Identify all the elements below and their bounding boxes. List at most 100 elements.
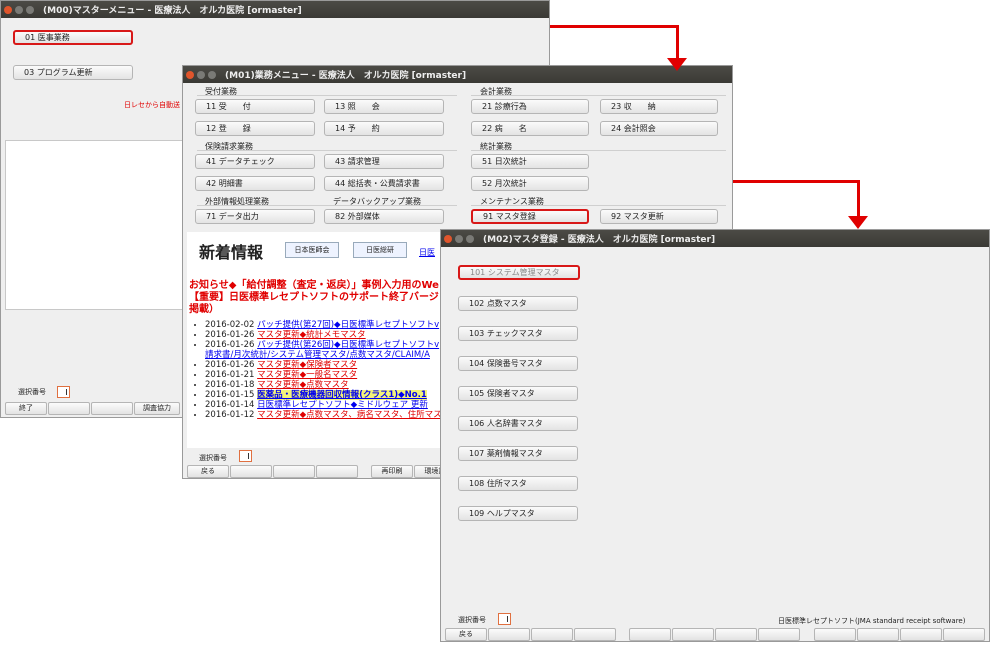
footer-button-empty[interactable] (758, 628, 800, 641)
minimize-icon[interactable] (197, 70, 205, 79)
menu-button-11[interactable]: 11 受 付 (195, 99, 315, 114)
news-link[interactable]: マスタ更新◆統計メモマスタ (257, 330, 366, 340)
news-link[interactable]: マスタ更新◆点数マスタ、病名マスタ、住所マスタ (257, 410, 450, 420)
news-link[interactable]: パッチ提供(第27回)◆日医標準レセプトソフトv (257, 320, 439, 330)
menu-button-22[interactable]: 22 病 名 (471, 121, 589, 136)
menu-button-109[interactable]: 109 ヘルプマスタ (458, 506, 578, 521)
flow-arrow-2-head (848, 216, 868, 229)
menu-button-82[interactable]: 82 外部媒体 (324, 209, 444, 224)
close-icon[interactable] (186, 70, 194, 79)
flow-arrow-1-vertical (676, 25, 679, 61)
footer-button-empty[interactable] (316, 465, 358, 478)
menu-button-105[interactable]: 105 保険者マスタ (458, 386, 578, 401)
menu-button-14[interactable]: 14 予 約 (324, 121, 444, 136)
menu-button-106[interactable]: 106 人名辞書マスタ (458, 416, 578, 431)
news-link[interactable]: マスタ更新◆保険者マスタ (257, 360, 357, 370)
select-number-input[interactable] (239, 450, 252, 462)
news-link[interactable]: マスタ更新◆一般名マスタ (257, 370, 357, 380)
menu-button-103[interactable]: 103 チェックマスタ (458, 326, 578, 341)
menu-button-13[interactable]: 13 照 会 (324, 99, 444, 114)
window-controls[interactable] (4, 5, 34, 14)
select-number-input[interactable] (57, 386, 70, 398)
footer-button-empty[interactable] (715, 628, 757, 641)
menu-button-101[interactable]: 101 システム管理マスタ (458, 265, 580, 280)
footer-button-empty[interactable] (672, 628, 714, 641)
menu-button-03[interactable]: 03 プログラム更新 (13, 65, 133, 80)
menu-button-43[interactable]: 43 請求管理 (324, 154, 444, 169)
flow-arrow-2-vertical (857, 180, 860, 218)
menu-button-108[interactable]: 108 住所マスタ (458, 476, 578, 491)
footer-button-empty[interactable] (857, 628, 899, 641)
menu-button-52[interactable]: 52 月次統計 (471, 176, 589, 191)
news-notice-3: 掲載） (189, 304, 219, 315)
news-link[interactable]: マスタ更新◆点数マスタ (257, 380, 349, 390)
maximize-icon[interactable] (208, 70, 216, 79)
menu-button-44[interactable]: 44 総括表・公費請求書 (324, 176, 444, 191)
menu-button-12[interactable]: 12 登 録 (195, 121, 315, 136)
menu-button-41[interactable]: 41 データチェック (195, 154, 315, 169)
minimize-icon[interactable] (15, 5, 23, 14)
footer-button-empty[interactable] (48, 402, 90, 415)
menu-button-107[interactable]: 107 薬剤情報マスタ (458, 446, 578, 461)
group-divider (197, 95, 457, 96)
footer-button-empty[interactable] (230, 465, 272, 478)
footer-button-empty[interactable] (900, 628, 942, 641)
footer-button-empty[interactable] (629, 628, 671, 641)
footer-button-empty[interactable] (273, 465, 315, 478)
news-tab-jmari[interactable]: 日医総研 (353, 242, 407, 258)
news-item: 2016-01-26 マスタ更新◆保険者マスタ (205, 360, 450, 370)
window-title: (M02)マスタ登録 - 医療法人 オルカ医院 [ormaster] (483, 235, 716, 245)
menu-button-92[interactable]: 92 マスタ更新 (600, 209, 718, 224)
maximize-icon[interactable] (466, 234, 474, 243)
window-controls[interactable] (186, 70, 216, 79)
group-divider (471, 95, 726, 96)
window-title: (M00)マスターメニュー - 医療法人 オルカ医院 [ormaster] (43, 6, 302, 16)
news-item: 2016-01-12 マスタ更新◆点数マスタ、病名マスタ、住所マスタ (205, 410, 450, 420)
flow-arrow-2-horizontal (733, 180, 860, 183)
menu-button-23[interactable]: 23 収 納 (600, 99, 718, 114)
news-item: 2016-01-21 マスタ更新◆一般名マスタ (205, 370, 450, 380)
news-item-continuation: 請求書/月次統計/システム管理マスタ/点数マスタ/CLAIM/A (205, 350, 450, 360)
menu-button-42[interactable]: 42 明細書 (195, 176, 315, 191)
footer-button-empty[interactable] (814, 628, 856, 641)
footer-button-empty[interactable] (943, 628, 985, 641)
news-item: 2016-01-26 マスタ更新◆統計メモマスタ (205, 330, 450, 340)
maximize-icon[interactable] (26, 5, 34, 14)
menu-button-21[interactable]: 21 診療行為 (471, 99, 589, 114)
menu-button-102[interactable]: 102 点数マスタ (458, 296, 578, 311)
footer-button-survey[interactable]: 調査協力 (134, 402, 180, 415)
footer-button-empty[interactable] (488, 628, 530, 641)
news-item: 2016-01-26 パッチ提供(第26回)◆日医標準レセプトソフトv (205, 340, 450, 350)
menu-button-24[interactable]: 24 会計照会 (600, 121, 718, 136)
menu-button-91[interactable]: 91 マスタ登録 (471, 209, 589, 224)
news-item: 2016-02-02 パッチ提供(第27回)◆日医標準レセプトソフトv (205, 320, 450, 330)
footer-button-reprint[interactable]: 再印刷 (371, 465, 413, 478)
news-link[interactable]: 請求書/月次統計/システム管理マスタ/点数マスタ/CLAIM/A (205, 350, 430, 360)
footer-button-empty[interactable] (574, 628, 616, 641)
menu-button-71[interactable]: 71 データ出力 (195, 209, 315, 224)
close-icon[interactable] (444, 234, 452, 243)
minimize-icon[interactable] (455, 234, 463, 243)
news-link[interactable]: 日医標準レセプトソフト◆ミドルウェア 更新 (257, 400, 428, 410)
window-controls[interactable] (444, 234, 474, 243)
close-icon[interactable] (4, 5, 12, 14)
footer-button-exit[interactable]: 終了 (5, 402, 47, 415)
message-pane (5, 140, 185, 310)
footer-button-empty[interactable] (531, 628, 573, 641)
group-divider (471, 150, 726, 151)
menu-button-51[interactable]: 51 日次統計 (471, 154, 589, 169)
footer-button-empty[interactable] (91, 402, 133, 415)
news-tab-jma[interactable]: 日本医師会 (285, 242, 339, 258)
select-number-input[interactable] (498, 613, 511, 625)
menu-button-104[interactable]: 104 保険番号マスタ (458, 356, 578, 371)
flow-arrow-1-head (667, 58, 687, 71)
footer-button-back[interactable]: 戻る (445, 628, 487, 641)
news-link[interactable]: 医薬品・医療機器回収情報(クラス1)◆No.1 (257, 390, 427, 400)
menu-button-01[interactable]: 01 医事業務 (13, 30, 133, 45)
flow-arrow-1-horizontal (550, 25, 679, 28)
footer-button-back[interactable]: 戻る (187, 465, 229, 478)
news-notice-2[interactable]: 【重要】日医標準レセプトソフトのサポート終了バージョ (189, 288, 449, 303)
news-link[interactable]: パッチ提供(第26回)◆日医標準レセプトソフトv (257, 340, 439, 350)
titlebar-m02: (M02)マスタ登録 - 医療法人 オルカ医院 [ormaster] (441, 230, 989, 247)
news-tab-more[interactable]: 日医 (419, 247, 435, 258)
